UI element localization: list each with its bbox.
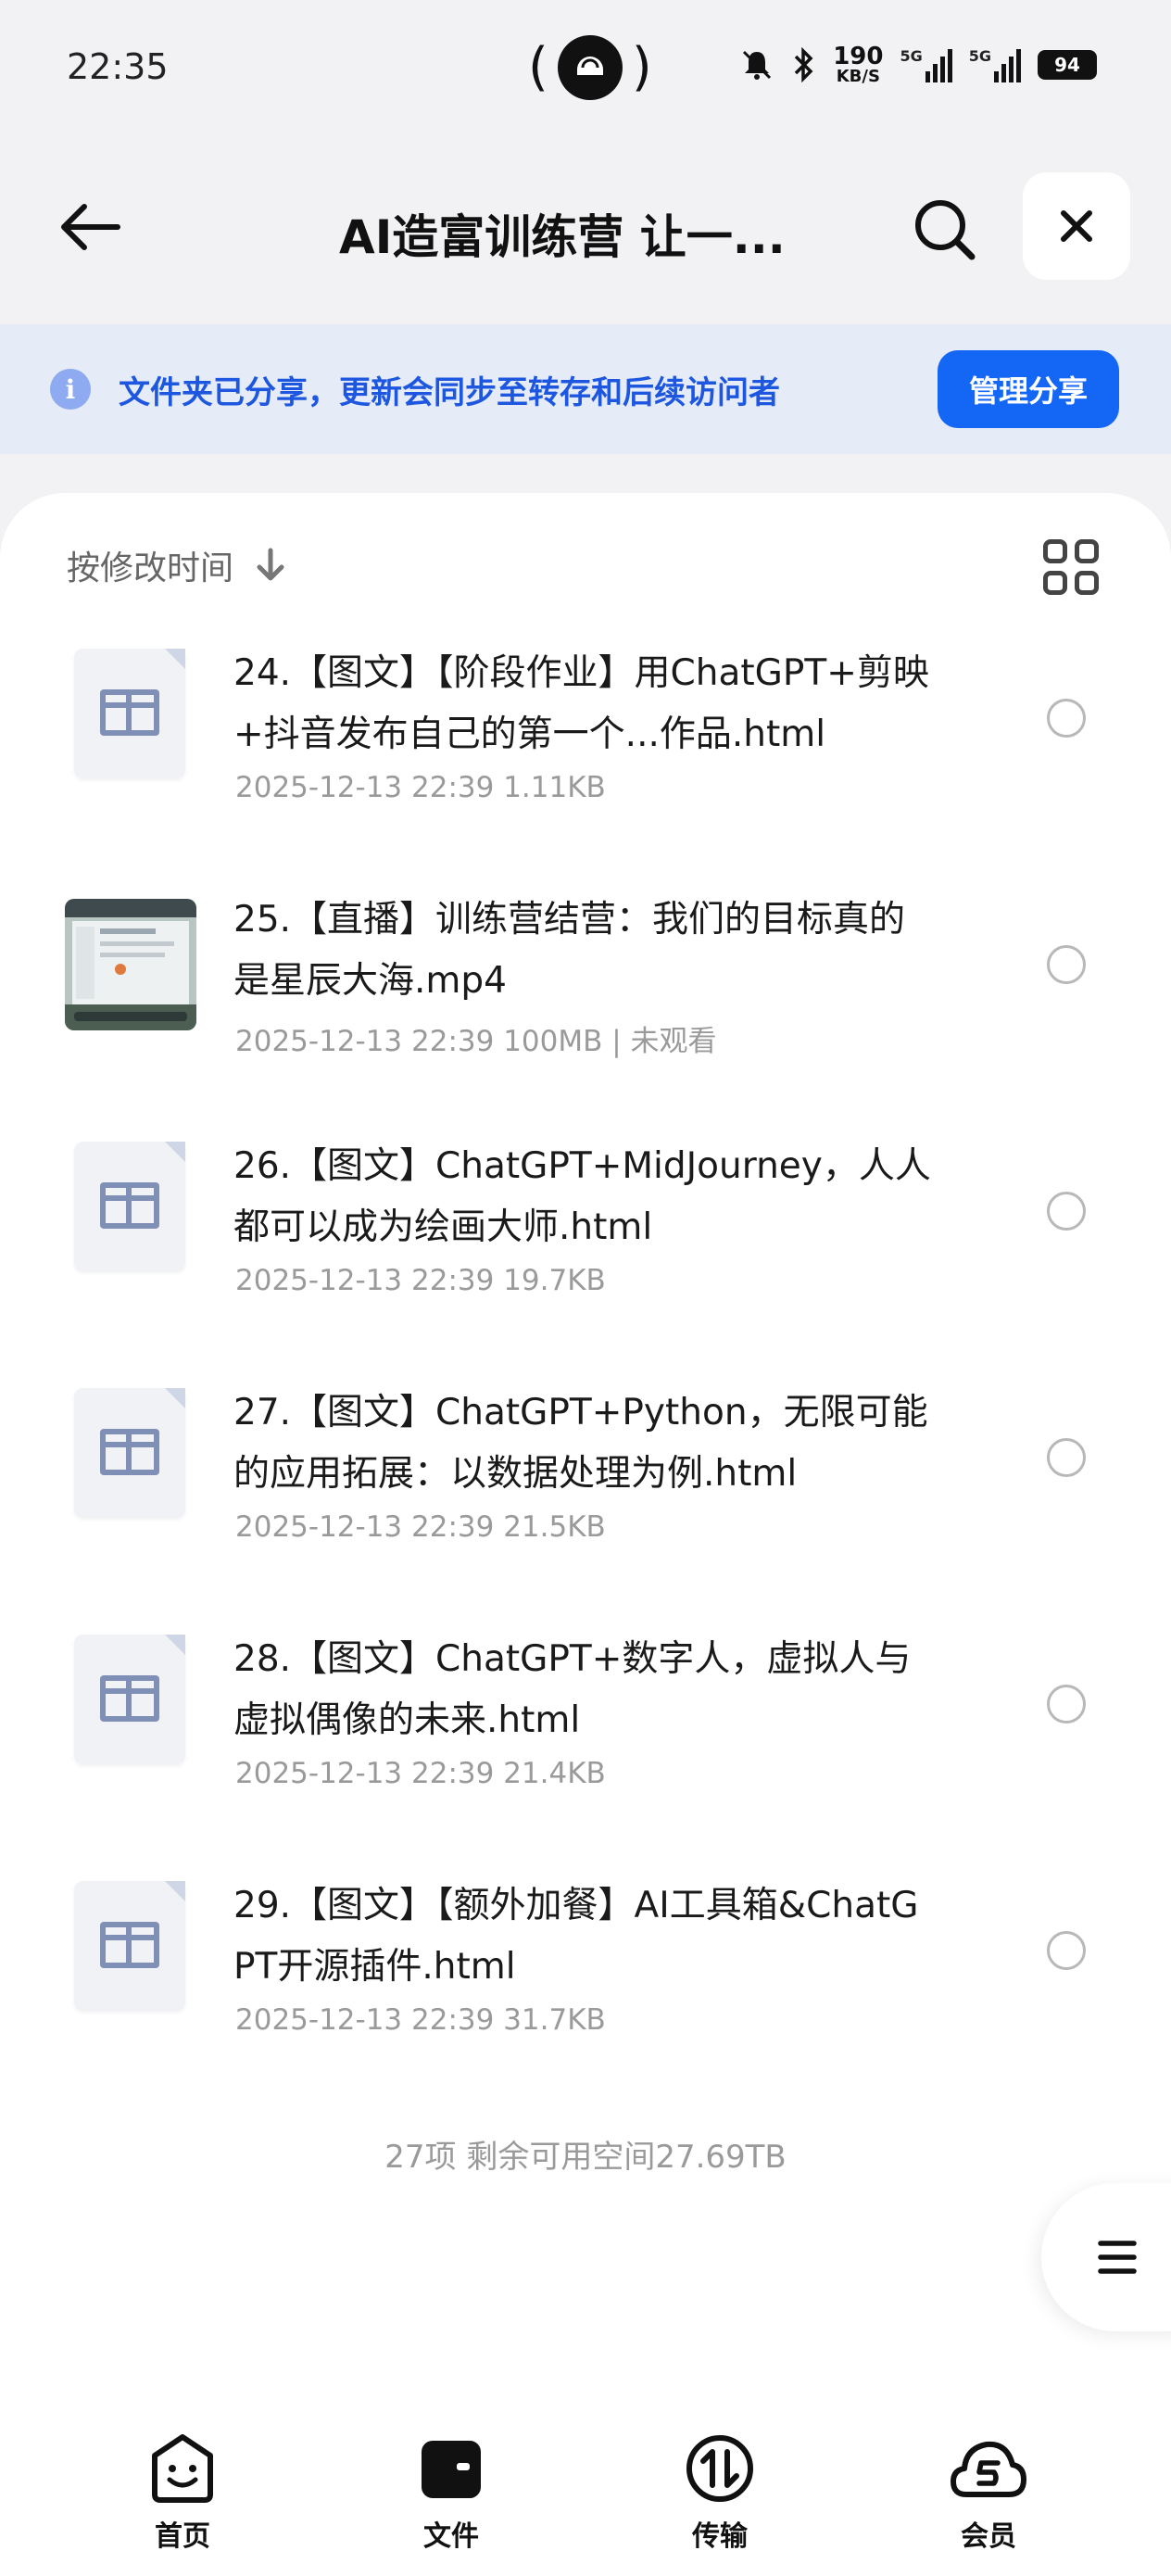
signal-icon-2: 5G [969, 47, 1021, 82]
network-speed: 190 KB/S [833, 43, 884, 86]
nav-item-transfer[interactable]: 传输 [650, 2430, 789, 2554]
file-list-panel: 按修改时间 24.【图文】【阶段作业】用ChatGPT+剪映+抖音发布自己的第一… [0, 493, 1171, 2393]
close-icon [1061, 210, 1092, 242]
close-button[interactable] [1023, 172, 1130, 280]
file-list: 24.【图文】【阶段作业】用ChatGPT+剪映+抖音发布自己的第一个...作品… [0, 623, 1171, 2102]
header: AI造富训练营 让一... [0, 167, 1171, 287]
bluetooth-icon [794, 47, 813, 82]
share-banner-text: 文件夹已分享，更新会同步至转存和后续访问者 [119, 374, 780, 411]
file-meta: 2025-12-13 22:39 19.7KB [235, 1264, 606, 1297]
file-name: 24.【图文】【阶段作业】用ChatGPT+剪映+抖音发布自己的第一个...作品… [233, 652, 929, 755]
list-item[interactable]: 24.【图文】【阶段作业】用ChatGPT+剪映+抖音发布自己的第一个...作品… [0, 623, 1171, 869]
nav-item-files[interactable]: 文件 [382, 2430, 521, 2554]
info-icon: i [50, 369, 91, 410]
nav-label: 首页 [155, 2520, 210, 2553]
nav-label: 会员 [961, 2520, 1016, 2553]
video-thumbnail-icon [65, 899, 196, 1030]
search-button[interactable] [906, 191, 982, 267]
html-file-icon [74, 1881, 185, 2011]
status-bar: 22:35 ( ) 190 KB/S 5G 5G 94 [0, 0, 1171, 139]
select-radio[interactable] [1047, 699, 1086, 738]
file-name: 29.【图文】【额外加餐】AI工具箱&ChatGPT开源插件.html [233, 1885, 919, 1988]
select-radio[interactable] [1047, 1438, 1086, 1477]
file-meta: 2025-12-13 22:39 21.5KB [235, 1510, 606, 1544]
camera-dot-icon [557, 35, 623, 100]
share-banner: i 文件夹已分享，更新会同步至转存和后续访问者 管理分享 [0, 324, 1171, 454]
back-button[interactable] [52, 195, 126, 259]
manage-share-button[interactable]: 管理分享 [938, 350, 1119, 428]
file-name: 25.【直播】训练营结营：我们的目标真的是星辰大海.mp4 [233, 899, 906, 1002]
grid-cell-icon [1075, 571, 1099, 595]
grid-view-button[interactable] [1043, 539, 1099, 595]
file-meta: 2025-12-13 22:39 1.11KB [235, 771, 606, 804]
sort-control[interactable]: 按修改时间 [67, 541, 287, 589]
status-time: 22:35 [67, 46, 169, 87]
nav-label: 文件 [423, 2520, 479, 2553]
list-item[interactable]: 27.【图文】ChatGPT+Python，无限可能的应用拓展：以数据处理为例.… [0, 1362, 1171, 1609]
list-item[interactable]: 29.【图文】【额外加餐】AI工具箱&ChatGPT开源插件.html 2025… [0, 1855, 1171, 2102]
select-radio[interactable] [1047, 1685, 1086, 1724]
member-cloud-icon [950, 2430, 1027, 2507]
file-meta: 2025-12-13 22:39 100MB | 未观看 [235, 1025, 717, 1058]
grid-cell-icon [1043, 539, 1067, 563]
file-name: 28.【图文】ChatGPT+数字人，虚拟人与虚拟偶像的未来.html [233, 1638, 912, 1741]
select-radio[interactable] [1047, 1931, 1086, 1970]
nav-item-member[interactable]: 会员 [919, 2430, 1058, 2554]
sort-label: 按修改时间 [67, 549, 234, 587]
paren-right: ) [631, 37, 652, 97]
file-meta: 2025-12-13 22:39 31.7KB [235, 2003, 606, 2037]
list-item[interactable]: 25.【直播】训练营结营：我们的目标真的是星辰大海.mp4 2025-12-13… [0, 869, 1171, 1116]
file-meta: 2025-12-13 22:39 21.4KB [235, 1757, 606, 1790]
mute-bell-icon [743, 50, 772, 80]
html-file-icon [74, 1388, 185, 1518]
hotspot-indicator: ( ) [528, 35, 652, 100]
html-file-icon [74, 1635, 185, 1764]
select-radio[interactable] [1047, 1192, 1086, 1231]
list-item[interactable]: 26.【图文】ChatGPT+MidJourney，人人都可以成为绘画大师.ht… [0, 1116, 1171, 1362]
menu-icon [1098, 2241, 1137, 2274]
grid-cell-icon [1075, 539, 1099, 563]
storage-summary: 27项 剩余可用空间27.69TB [384, 2139, 787, 2176]
battery-indicator: 94 [1038, 50, 1097, 80]
search-icon [915, 200, 976, 260]
arrow-down-icon [257, 548, 284, 581]
html-file-icon [74, 1142, 185, 1271]
signal-icon: 5G [900, 47, 952, 82]
file-name: 27.【图文】ChatGPT+Python，无限可能的应用拓展：以数据处理为例.… [233, 1392, 928, 1495]
nav-label: 传输 [692, 2520, 748, 2553]
page-title: AI造富训练营 让一... [339, 210, 786, 264]
list-item[interactable]: 28.【图文】ChatGPT+数字人，虚拟人与虚拟偶像的未来.html 2025… [0, 1609, 1171, 1855]
transfer-icon [681, 2430, 759, 2507]
folder-icon [412, 2430, 490, 2507]
nav-item-home[interactable]: 首页 [113, 2430, 252, 2554]
arrow-left-icon [61, 204, 120, 250]
select-radio[interactable] [1047, 945, 1086, 984]
paren-left: ( [528, 37, 548, 97]
bottom-nav: 首页 文件 传输 会员 [0, 2393, 1171, 2576]
grid-cell-icon [1043, 571, 1067, 595]
html-file-icon [74, 649, 185, 778]
smile-face-icon [144, 2430, 221, 2507]
file-name: 26.【图文】ChatGPT+MidJourney，人人都可以成为绘画大师.ht… [233, 1145, 931, 1248]
status-icons: 190 KB/S 5G 5G 94 [740, 44, 1097, 85]
